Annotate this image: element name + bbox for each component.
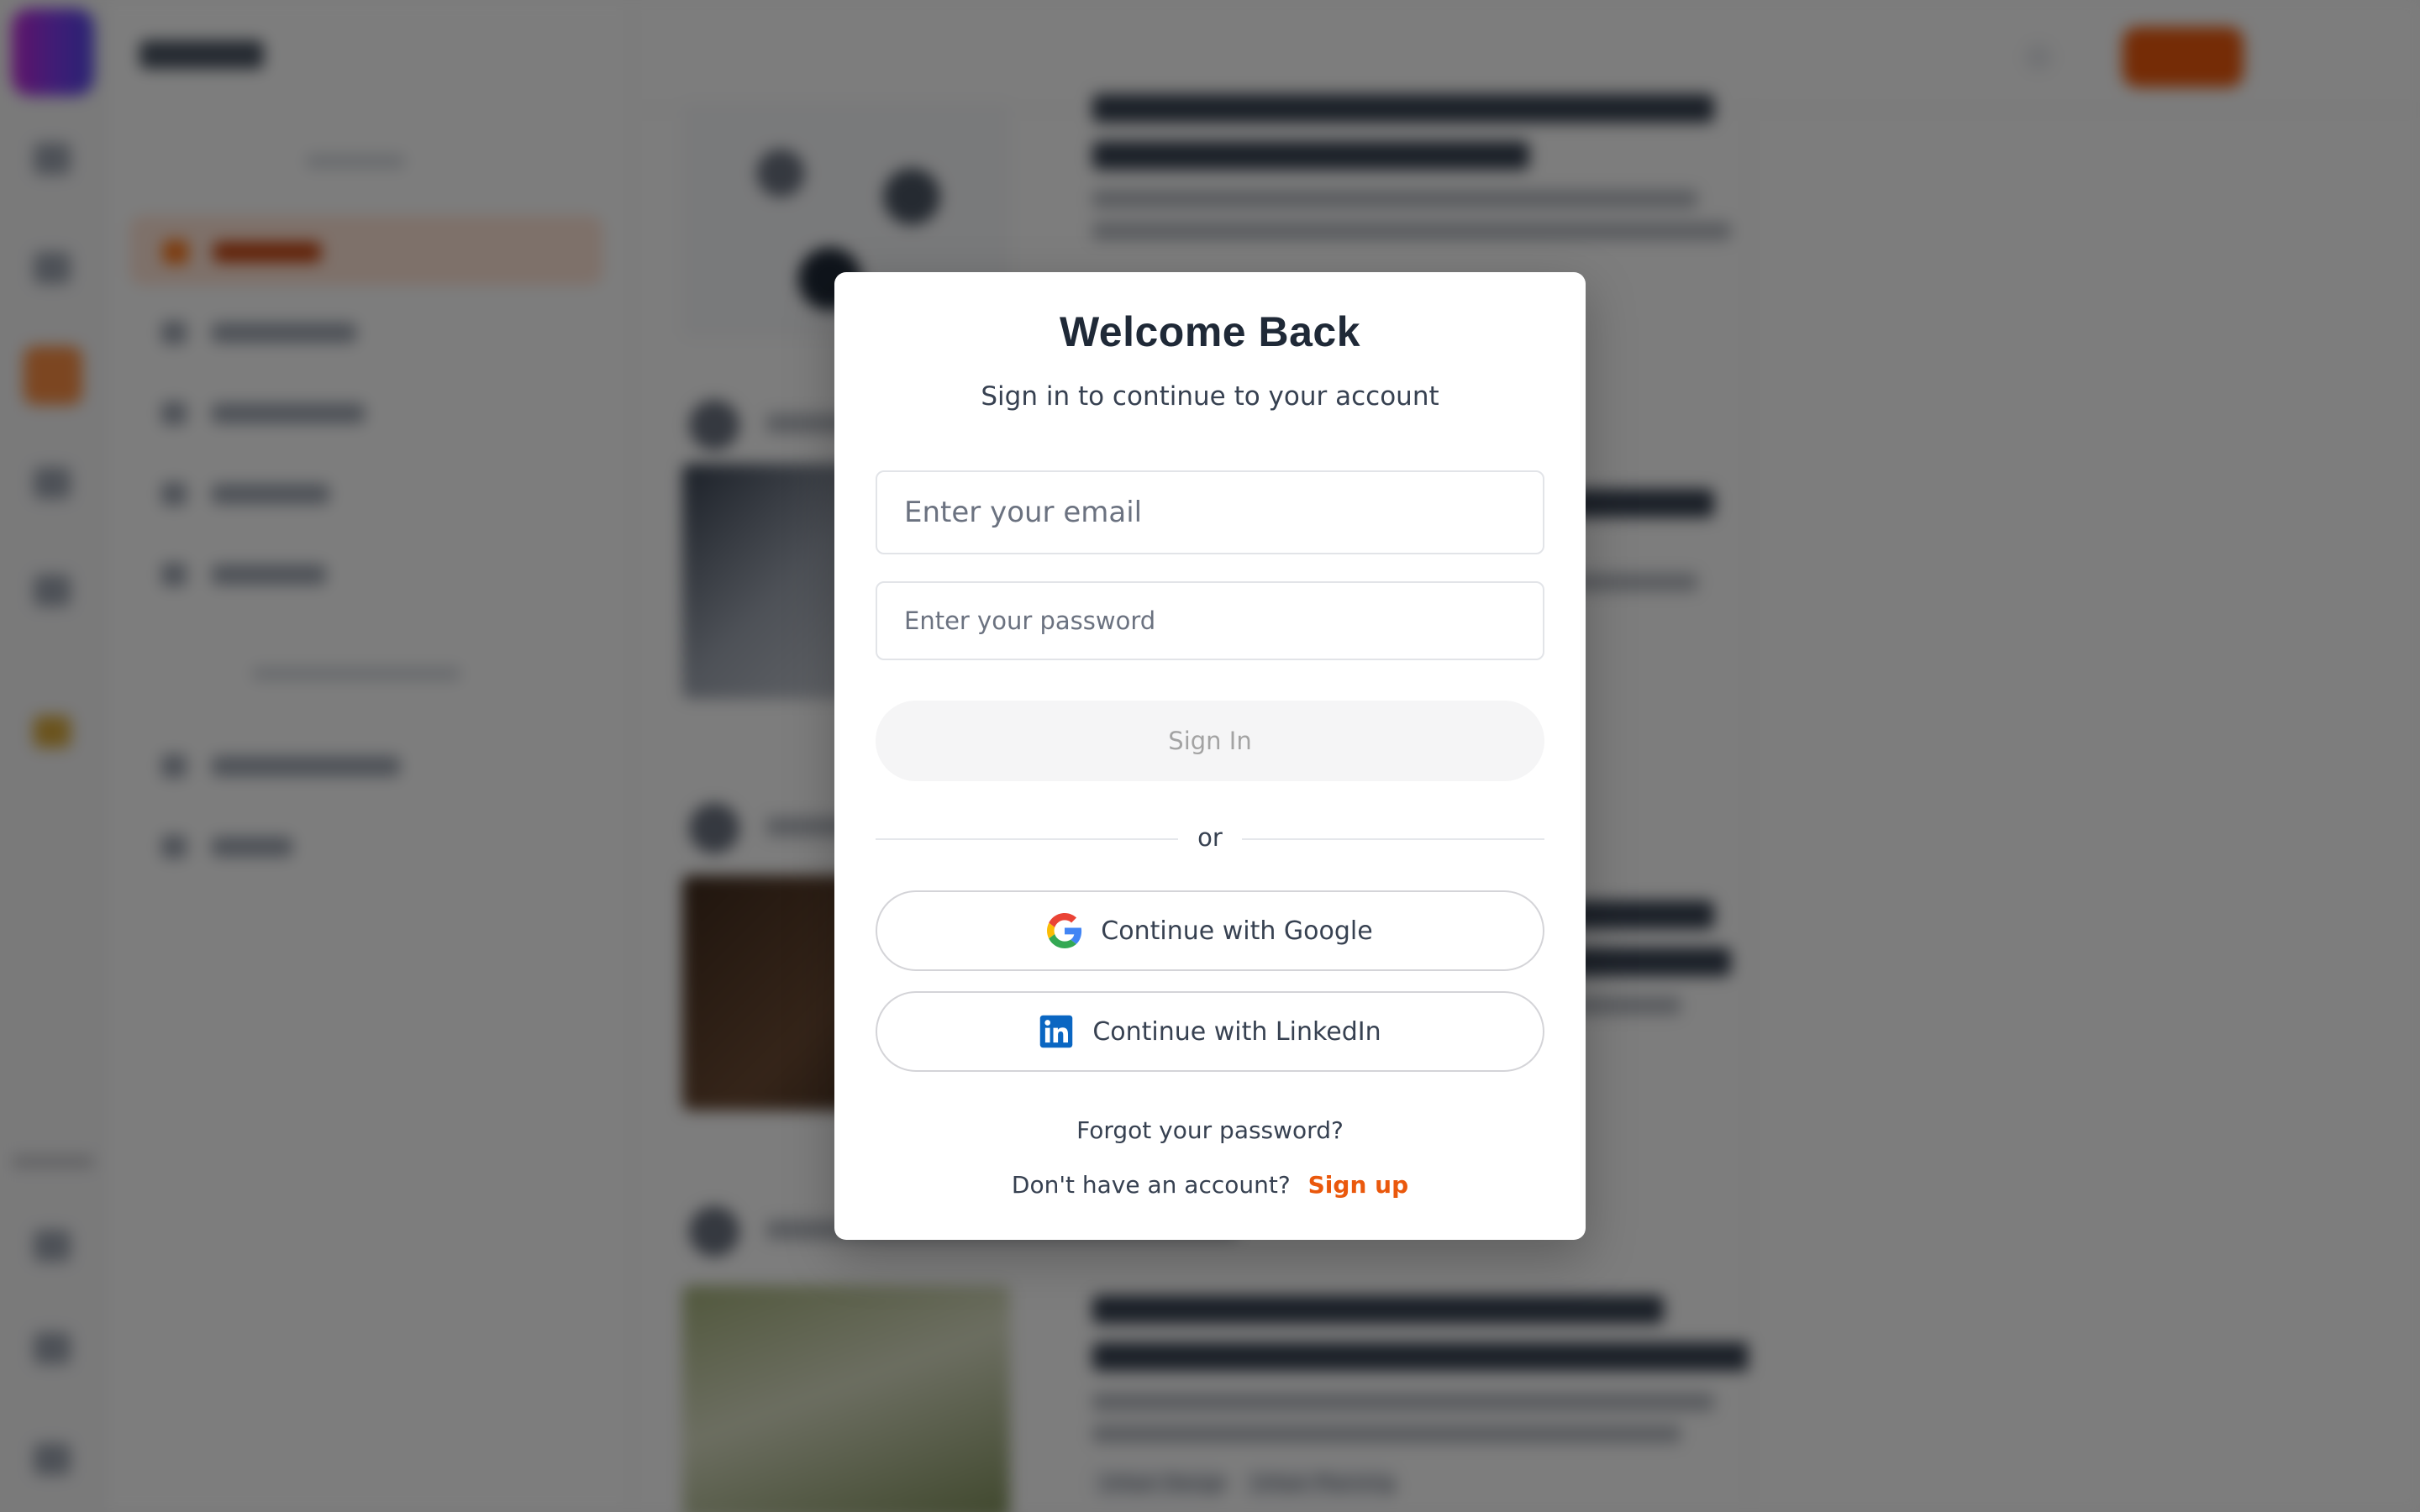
signup-row: Don't have an account? Sign up bbox=[834, 1171, 1586, 1199]
password-field[interactable] bbox=[876, 581, 1544, 660]
forgot-password-link[interactable]: Forgot your password? bbox=[834, 1116, 1586, 1144]
sign-up-link[interactable]: Sign up bbox=[1308, 1171, 1408, 1199]
continue-with-google-button[interactable]: Continue with Google bbox=[876, 890, 1544, 971]
divider-line bbox=[1242, 838, 1544, 840]
no-account-text: Don't have an account? bbox=[1011, 1171, 1291, 1199]
modal-title: Welcome Back bbox=[1059, 308, 1361, 355]
google-button-label: Continue with Google bbox=[1101, 916, 1373, 946]
signin-modal: Welcome Back Sign in to continue to your… bbox=[834, 272, 1586, 1240]
sign-in-button[interactable]: Sign In bbox=[876, 701, 1544, 781]
continue-with-linkedin-button[interactable]: Continue with LinkedIn bbox=[876, 991, 1544, 1072]
google-logo-icon bbox=[1047, 913, 1082, 948]
email-field[interactable] bbox=[876, 470, 1544, 554]
linkedin-logo-icon bbox=[1040, 1015, 1073, 1048]
or-label: or bbox=[1197, 823, 1223, 852]
or-divider: or bbox=[876, 822, 1544, 855]
modal-subtitle: Sign in to continue to your account bbox=[981, 381, 1439, 412]
linkedin-button-label: Continue with LinkedIn bbox=[1092, 1016, 1381, 1047]
